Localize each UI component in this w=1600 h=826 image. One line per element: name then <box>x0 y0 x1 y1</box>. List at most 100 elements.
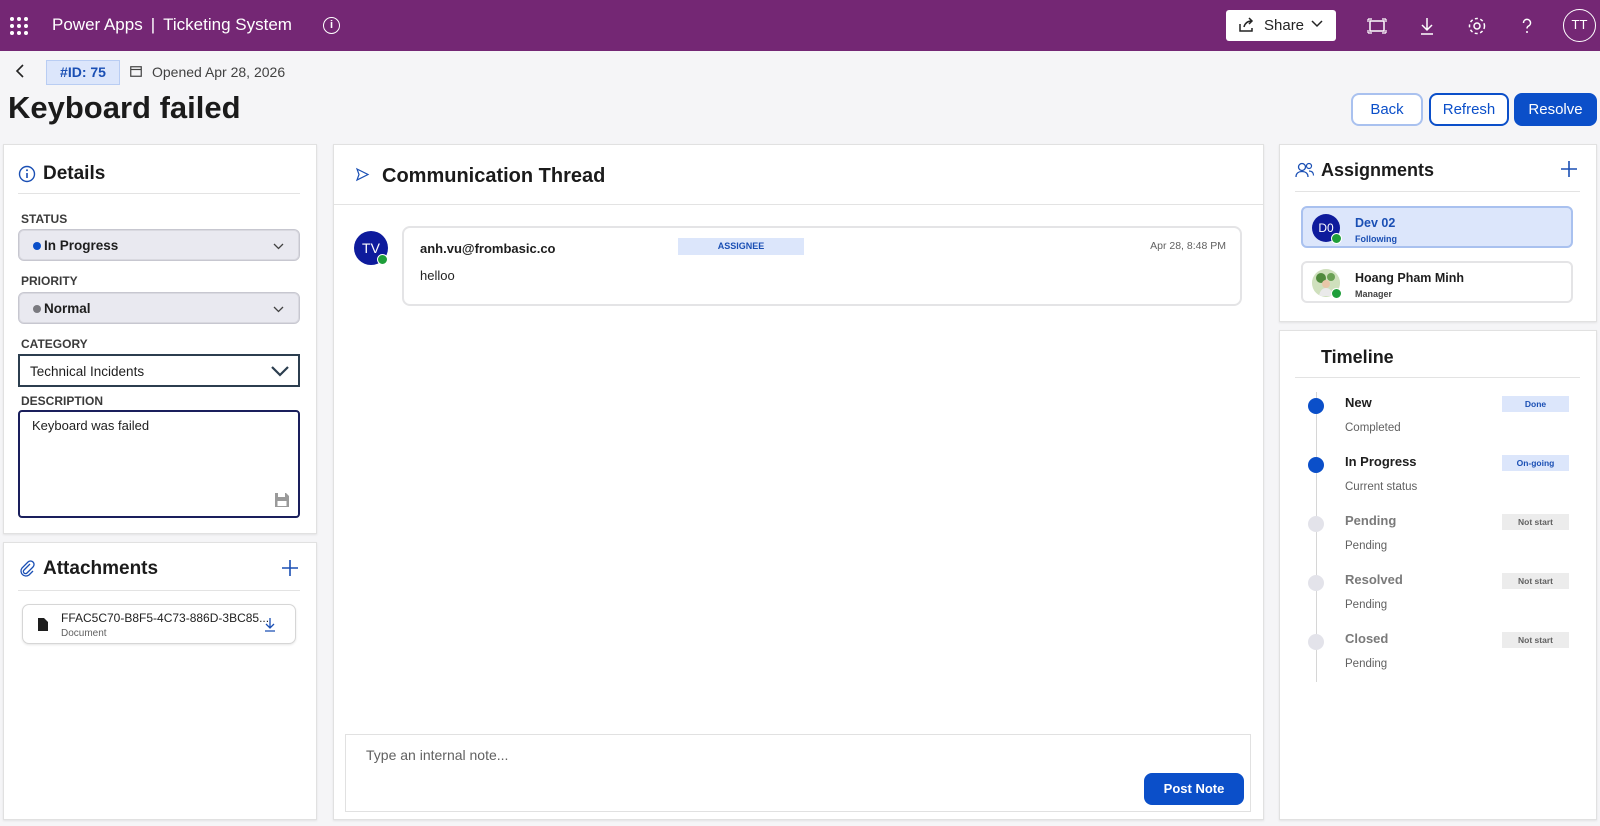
page-title: Keyboard failed <box>8 90 241 125</box>
description-input[interactable]: Keyboard was failed <box>18 410 300 518</box>
app-title: Power Apps | Ticketing System <box>52 15 292 35</box>
timeline-step-sub: Completed <box>1345 422 1401 434</box>
attachment-type: Document <box>61 628 107 639</box>
timeline-divider <box>1295 377 1580 378</box>
send-icon <box>355 167 370 182</box>
message-card: anh.vu@frombasic.co ASSIGNEE Apr 28, 8:4… <box>402 226 1242 306</box>
ticket-id-chip: #ID: 75 <box>46 60 120 85</box>
status-select[interactable]: In Progress <box>18 229 300 261</box>
category-label: CATEGORY <box>21 337 88 351</box>
chevron-down-icon <box>273 243 284 250</box>
assignee-name: Dev 02 <box>1355 216 1396 230</box>
timeline-step-name: New <box>1345 395 1372 410</box>
message-body: helloo <box>420 268 455 283</box>
assignments-title: Assignments <box>1321 160 1435 180</box>
save-icon[interactable] <box>274 492 290 508</box>
attachments-divider <box>18 590 300 591</box>
paperclip-icon <box>20 560 35 577</box>
attachment-name: FFAC5C70-B8F5-4C73-886D-3BC85... <box>61 611 270 625</box>
user-avatar[interactable]: TT <box>1563 9 1596 42</box>
calendar-icon <box>130 66 142 77</box>
app-name: Power Apps <box>52 15 143 34</box>
note-placeholder: Type an internal note... <box>366 747 509 763</box>
assignee-card[interactable]: D0 Dev 02 Following <box>1301 206 1573 248</box>
assignee-role: Manager <box>1355 289 1393 299</box>
document-icon <box>38 618 48 631</box>
timeline-dot-current <box>1308 457 1324 473</box>
add-attachment-icon[interactable] <box>281 559 299 577</box>
back-chevron-icon[interactable] <box>13 63 29 79</box>
refresh-button[interactable]: Refresh <box>1429 93 1509 126</box>
message-time: Apr 28, 8:48 PM <box>1150 240 1226 252</box>
share-icon <box>1239 17 1254 32</box>
timeline-step-name: Closed <box>1345 631 1389 646</box>
timeline-step-sub: Current status <box>1345 481 1418 493</box>
fit-screen-icon[interactable] <box>1366 15 1388 37</box>
chevron-down-icon <box>1311 20 1323 28</box>
status-label: STATUS <box>21 212 68 226</box>
timeline-step-name: In Progress <box>1345 454 1417 469</box>
description-label: DESCRIPTION <box>21 394 104 408</box>
back-button[interactable]: Back <box>1351 93 1423 126</box>
status-value: In Progress <box>44 238 119 253</box>
role-badge: ASSIGNEE <box>678 238 804 255</box>
timeline-badge: On-going <box>1502 455 1569 471</box>
help-icon[interactable] <box>1516 15 1538 37</box>
timeline-dot-pending <box>1308 575 1324 591</box>
title-separator: | <box>150 15 156 34</box>
thread-title: Communication Thread <box>382 165 606 187</box>
timeline-step-sub: Pending <box>1345 658 1388 670</box>
timeline-dot-done <box>1308 398 1324 414</box>
assignee-name: Hoang Pham Minh <box>1355 271 1465 285</box>
timeline-badge: Not start <box>1502 573 1569 589</box>
waffle-icon[interactable] <box>10 17 28 35</box>
timeline-step-sub: Pending <box>1345 540 1388 552</box>
details-title: Details <box>43 163 106 184</box>
timeline-badge: Done <box>1502 396 1569 412</box>
timeline-dot-pending <box>1308 516 1324 532</box>
timeline-dot-pending <box>1308 634 1324 650</box>
post-note-button[interactable]: Post Note <box>1144 773 1244 805</box>
timeline-badge: Not start <box>1502 514 1569 530</box>
description-value: Keyboard was failed <box>32 418 150 433</box>
download-icon[interactable] <box>263 617 277 633</box>
assignee-card[interactable]: Hoang Pham Minh Manager <box>1301 261 1573 303</box>
resolve-button[interactable]: Resolve <box>1514 93 1597 126</box>
presence-available-icon <box>1331 288 1342 299</box>
status-dot <box>33 242 41 250</box>
people-icon <box>1295 162 1315 178</box>
assignments-divider <box>1295 191 1580 192</box>
timeline-step-name: Resolved <box>1345 572 1403 587</box>
settings-icon[interactable] <box>1466 15 1488 37</box>
attachments-panel <box>3 542 317 820</box>
opened-date: Opened Apr 28, 2026 <box>152 64 286 80</box>
chevron-down-icon <box>271 366 289 377</box>
presence-available-icon <box>377 254 388 265</box>
priority-value: Normal <box>44 301 91 316</box>
timeline-title: Timeline <box>1321 347 1394 367</box>
share-button[interactable]: Share <box>1226 10 1336 41</box>
assignee-role: Following <box>1355 234 1397 244</box>
presence-available-icon <box>1331 233 1342 244</box>
attachments-title: Attachments <box>43 558 159 579</box>
category-value: Technical Incidents <box>30 364 145 379</box>
chevron-down-icon <box>273 306 284 313</box>
category-select[interactable]: Technical Incidents <box>18 354 300 387</box>
timeline-badge: Not start <box>1502 632 1569 648</box>
info-icon <box>18 165 36 183</box>
share-label: Share <box>1264 17 1305 34</box>
app-subtitle: Ticketing System <box>163 15 292 34</box>
priority-label: PRIORITY <box>21 274 78 288</box>
timeline-step-name: Pending <box>1345 513 1397 528</box>
priority-dot <box>33 305 41 313</box>
timeline-step-sub: Pending <box>1345 599 1388 611</box>
top-bar: Power Apps | Ticketing System i Share TT <box>0 0 1600 51</box>
priority-select[interactable]: Normal <box>18 292 300 324</box>
details-divider <box>18 193 300 194</box>
note-input[interactable]: Type an internal note... <box>345 734 1251 812</box>
attachment-item[interactable]: FFAC5C70-B8F5-4C73-886D-3BC85... Documen… <box>22 604 296 644</box>
download-icon[interactable] <box>1416 15 1438 37</box>
add-assignee-icon[interactable] <box>1560 160 1578 178</box>
message-sender: anh.vu@frombasic.co <box>420 241 556 256</box>
info-icon[interactable]: i <box>323 17 340 34</box>
